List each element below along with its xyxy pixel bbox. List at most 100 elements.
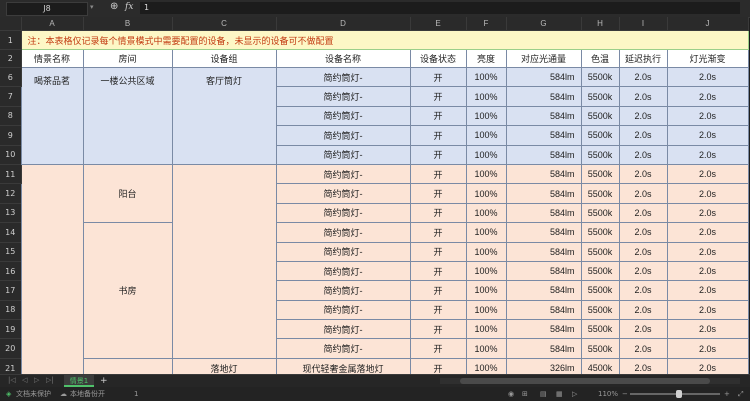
- device-name-cell[interactable]: 简约筒灯-: [275, 66, 411, 88]
- color-temp-cell[interactable]: 5500k: [580, 202, 620, 224]
- zoom-out-icon[interactable]: −: [622, 389, 628, 399]
- device-state-cell[interactable]: 开: [409, 86, 467, 107]
- column-header[interactable]: A: [21, 17, 84, 31]
- row-header[interactable]: 6: [0, 67, 22, 88]
- fade-cell[interactable]: 2.0s: [666, 338, 749, 359]
- row-header[interactable]: 14: [0, 222, 22, 243]
- zoom-level[interactable]: 110%: [598, 389, 618, 399]
- device-name-cell[interactable]: 简约筒灯-: [275, 241, 411, 262]
- lumen-cell[interactable]: 584lm: [505, 338, 582, 359]
- device-state-cell[interactable]: 开: [409, 222, 467, 243]
- lumen-cell[interactable]: 584lm: [505, 222, 582, 243]
- room-cell[interactable]: 书房: [82, 222, 173, 359]
- header-cell[interactable]: 对应光通量: [505, 49, 582, 68]
- lumen-cell[interactable]: 584lm: [505, 241, 582, 262]
- chevron-down-icon[interactable]: ▾: [90, 3, 94, 11]
- fullscreen-icon[interactable]: ⤢: [738, 389, 744, 399]
- row-header[interactable]: 18: [0, 300, 22, 321]
- column-header[interactable]: C: [172, 17, 277, 31]
- color-temp-cell[interactable]: 5500k: [580, 183, 620, 204]
- fade-cell[interactable]: 2.0s: [666, 357, 749, 374]
- device-state-cell[interactable]: 开: [409, 338, 467, 359]
- fade-cell[interactable]: 2.0s: [666, 105, 749, 127]
- zoom-slider[interactable]: [630, 393, 720, 395]
- lumen-cell[interactable]: 326lm: [505, 357, 582, 374]
- view-layout-icon[interactable]: ▤: [540, 389, 547, 399]
- device-state-cell[interactable]: 开: [409, 183, 467, 204]
- column-header[interactable]: H: [581, 17, 620, 31]
- fade-cell[interactable]: 2.0s: [666, 66, 749, 88]
- add-sheet-button[interactable]: +: [100, 375, 108, 387]
- row-header[interactable]: 11: [0, 164, 22, 185]
- color-temp-cell[interactable]: 5500k: [580, 338, 620, 359]
- fade-cell[interactable]: 2.0s: [666, 125, 749, 146]
- name-box[interactable]: J8: [6, 2, 88, 16]
- scrollbar-thumb[interactable]: [460, 378, 710, 384]
- row-header[interactable]: 13: [0, 203, 22, 224]
- header-cell[interactable]: 灯光渐变: [666, 49, 749, 68]
- lumen-cell[interactable]: 584lm: [505, 183, 582, 204]
- device-state-cell[interactable]: 开: [409, 241, 467, 262]
- color-temp-cell[interactable]: 5500k: [580, 319, 620, 340]
- device-name-cell[interactable]: 简约筒灯-: [275, 319, 411, 340]
- brightness-cell[interactable]: 100%: [465, 183, 507, 204]
- fade-cell[interactable]: 2.0s: [666, 241, 749, 262]
- delay-cell[interactable]: 2.0s: [618, 105, 668, 127]
- play-icon[interactable]: ▷: [572, 389, 577, 399]
- view-normal-icon[interactable]: ⊞: [522, 389, 528, 399]
- lumen-cell[interactable]: 584lm: [505, 280, 582, 301]
- header-cell[interactable]: 延迟执行: [618, 49, 668, 68]
- brightness-cell[interactable]: 100%: [465, 222, 507, 243]
- color-temp-cell[interactable]: 5500k: [580, 66, 620, 88]
- next-sheet-icon[interactable]: ▷: [34, 376, 39, 384]
- lumen-cell[interactable]: 584lm: [505, 105, 582, 127]
- fade-cell[interactable]: 2.0s: [666, 86, 749, 107]
- device-name-cell[interactable]: 简约筒灯-: [275, 299, 411, 321]
- lumen-cell[interactable]: 584lm: [505, 163, 582, 185]
- brightness-cell[interactable]: 100%: [465, 163, 507, 185]
- color-temp-cell[interactable]: 4500k: [580, 357, 620, 374]
- row-header[interactable]: 10: [0, 145, 22, 165]
- lumen-cell[interactable]: 584lm: [505, 299, 582, 321]
- lumen-cell[interactable]: 584lm: [505, 260, 582, 282]
- room-cell[interactable]: [82, 357, 173, 374]
- brightness-cell[interactable]: 100%: [465, 202, 507, 224]
- device-state-cell[interactable]: 开: [409, 357, 467, 374]
- color-temp-cell[interactable]: 5500k: [580, 299, 620, 321]
- zoom-icon[interactable]: ⊕: [110, 1, 118, 12]
- header-cell[interactable]: 色温: [580, 49, 620, 68]
- row-header[interactable]: 15: [0, 242, 22, 262]
- row-header[interactable]: 8: [0, 106, 22, 127]
- room-cell[interactable]: 一楼公共区域: [82, 67, 173, 165]
- brightness-cell[interactable]: 100%: [465, 319, 507, 340]
- column-header[interactable]: G: [506, 17, 582, 31]
- column-header[interactable]: D: [276, 17, 411, 31]
- device-name-cell[interactable]: 简约筒灯-: [275, 183, 411, 204]
- brightness-cell[interactable]: 100%: [465, 338, 507, 359]
- delay-cell[interactable]: 2.0s: [618, 163, 668, 185]
- device-group-cell[interactable]: 落地灯: [171, 357, 277, 374]
- brightness-cell[interactable]: 100%: [465, 260, 507, 282]
- room-cell[interactable]: 阳台: [82, 163, 173, 224]
- brightness-cell[interactable]: 100%: [465, 299, 507, 321]
- device-name-cell[interactable]: 简约筒灯-: [275, 125, 411, 146]
- scene-name-cell[interactable]: [20, 163, 84, 374]
- row-header[interactable]: 19: [0, 319, 22, 340]
- device-name-cell[interactable]: 简约筒灯-: [275, 202, 411, 224]
- row-header[interactable]: 17: [0, 280, 22, 301]
- brightness-cell[interactable]: 100%: [465, 66, 507, 88]
- delay-cell[interactable]: 2.0s: [618, 260, 668, 282]
- delay-cell[interactable]: 2.0s: [618, 299, 668, 321]
- lumen-cell[interactable]: 584lm: [505, 144, 582, 165]
- device-name-cell[interactable]: 简约筒灯-: [275, 280, 411, 301]
- header-cell[interactable]: 亮度: [465, 49, 507, 68]
- delay-cell[interactable]: 2.0s: [618, 222, 668, 243]
- lumen-cell[interactable]: 584lm: [505, 202, 582, 224]
- device-name-cell[interactable]: 简约筒灯-: [275, 163, 411, 185]
- fade-cell[interactable]: 2.0s: [666, 260, 749, 282]
- eye-icon[interactable]: ◉: [508, 389, 514, 399]
- formula-input[interactable]: 1: [140, 2, 740, 14]
- fade-cell[interactable]: 2.0s: [666, 163, 749, 185]
- color-temp-cell[interactable]: 5500k: [580, 280, 620, 301]
- sheet-tab-active[interactable]: 情景1: [64, 375, 94, 387]
